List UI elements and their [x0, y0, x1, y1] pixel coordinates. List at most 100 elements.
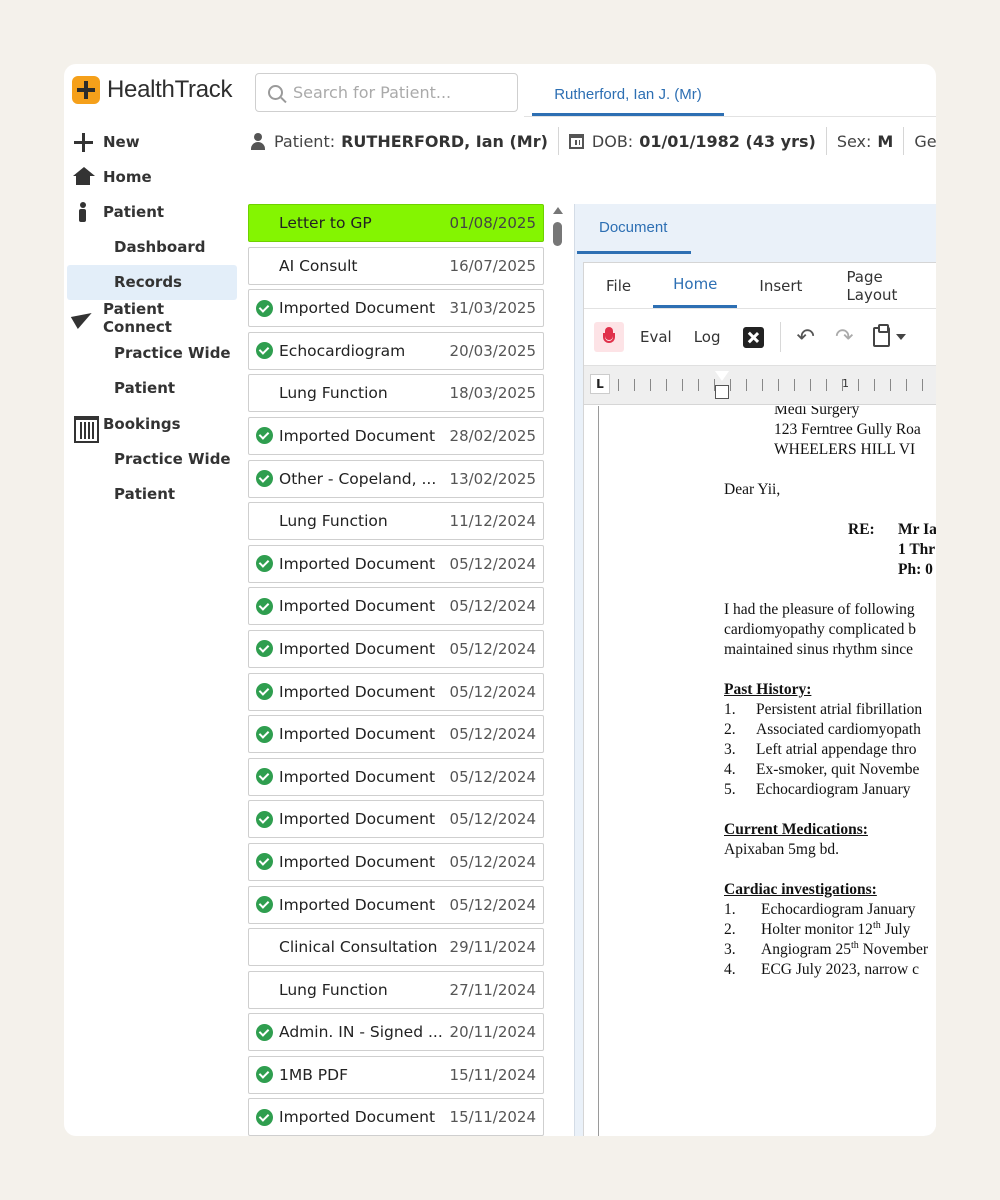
search-icon	[268, 85, 283, 100]
page-margin-line	[598, 406, 599, 1136]
sidebar-item-bookings-practice-wide[interactable]: Practice Wide	[64, 441, 238, 477]
sidebar-item-home[interactable]: Home	[64, 159, 238, 194]
scroll-thumb[interactable]	[553, 222, 562, 246]
record-date: 15/11/2024	[449, 1065, 536, 1084]
re-line: 1 Thr	[848, 540, 936, 560]
sidebar-item-new[interactable]: New	[64, 124, 238, 159]
patient-search[interactable]	[255, 73, 518, 112]
sidebar-item-bookings[interactable]: Bookings	[64, 406, 238, 443]
record-row[interactable]: Imported Document 05/12/2024	[248, 757, 544, 796]
record-date: 15/11/2024	[449, 1108, 536, 1127]
record-row[interactable]: AI Consult 16/07/2025	[248, 246, 544, 285]
record-name: Imported Document	[279, 299, 436, 318]
record-row[interactable]: 1MB PDF 15/11/2024	[248, 1055, 544, 1094]
sex-segment: Sex: M	[827, 127, 905, 155]
record-row[interactable]: Imported Document 05/12/2024	[248, 544, 544, 583]
sidebar-item-dashboard[interactable]: Dashboard	[64, 229, 238, 265]
re-value: Ph: 0	[898, 561, 933, 578]
sidebar-item-connect-practice-wide[interactable]: Practice Wide	[64, 335, 238, 371]
search-input[interactable]	[293, 83, 503, 102]
record-row[interactable]: Imported Document 05/12/2024	[248, 629, 544, 668]
patient-name-segment: Patient: RUTHERFORD, Ian (Mr)	[250, 127, 559, 155]
ruler-number: 1	[842, 377, 849, 390]
ribbon-tab-file[interactable]: File	[584, 263, 653, 308]
record-date: 13/02/2025	[449, 469, 536, 488]
sidebar-item-patient-connect[interactable]: Patient Connect	[64, 300, 238, 336]
microphone-icon[interactable]	[594, 322, 624, 352]
calendar-icon	[72, 414, 99, 443]
tab-document[interactable]: Document	[577, 204, 691, 254]
record-row[interactable]: Lung Function 18/03/2025	[248, 374, 544, 413]
record-icon-placeholder	[256, 939, 273, 956]
records-scrollbar[interactable]	[550, 204, 564, 1136]
record-date: 05/12/2024	[449, 810, 536, 829]
record-row[interactable]: Imported Document 31/03/2025	[248, 289, 544, 328]
check-circle-icon	[256, 299, 273, 317]
sidebar-item-bookings-patient[interactable]: Patient	[64, 477, 238, 513]
log-button[interactable]: Log	[694, 328, 721, 346]
record-date: 05/12/2024	[449, 895, 536, 914]
sidebar-item-records[interactable]: Records	[67, 264, 237, 300]
record-row[interactable]: Imported Document 28/02/2025	[248, 416, 544, 455]
scroll-up-icon[interactable]	[553, 207, 563, 214]
check-circle-icon	[256, 1108, 273, 1126]
ribbon-tab-home[interactable]: Home	[653, 263, 738, 308]
record-row[interactable]: Other - Copeland, ... 13/02/2025	[248, 459, 544, 498]
check-circle-icon	[256, 896, 273, 913]
check-circle-icon	[256, 640, 273, 658]
logo-cross-icon	[72, 76, 100, 104]
clipboard-icon[interactable]	[873, 324, 891, 347]
record-row[interactable]: Admin. IN - Signed ... 20/11/2024	[248, 1013, 544, 1052]
ribbon-tab-insert[interactable]: Insert	[737, 263, 824, 308]
record-row[interactable]: Imported Document 05/12/2024	[248, 672, 544, 711]
sidebar-item-patient[interactable]: Patient	[64, 194, 238, 229]
sidebar: New Home Patient Dashboard Records Patie…	[64, 124, 238, 512]
list-item: 3. Left atrial appendage thro	[724, 741, 917, 758]
tab-stop-selector[interactable]: L	[590, 374, 610, 394]
record-row[interactable]: Imported Document 05/12/2024	[248, 842, 544, 881]
check-circle-icon	[256, 1023, 273, 1041]
check-circle-icon	[256, 470, 273, 488]
check-circle-icon	[256, 725, 273, 743]
record-row[interactable]: Imported Document 15/11/2024	[248, 1098, 544, 1136]
record-date: 05/12/2024	[449, 852, 536, 871]
medications-line: Apixaban 5mg bd.	[724, 841, 839, 858]
medications-heading: Current Medications:	[724, 821, 868, 838]
document-panel: Document File Home Insert Page Layout Ev…	[574, 204, 936, 1136]
record-row[interactable]: Imported Document 05/12/2024	[248, 715, 544, 754]
close-icon[interactable]	[742, 326, 764, 348]
record-row[interactable]: Echocardiogram 20/03/2025	[248, 331, 544, 370]
check-circle-icon	[256, 555, 273, 573]
document-page[interactable]: Medi Surgery 123 Ferntree Gully Roa WHEE…	[584, 406, 936, 1136]
record-row[interactable]: Imported Document 05/12/2024	[248, 587, 544, 626]
check-circle-icon	[256, 427, 273, 445]
record-row[interactable]: Imported Document 05/12/2024	[248, 885, 544, 924]
indent-marker[interactable]	[715, 371, 729, 401]
record-date: 27/11/2024	[449, 980, 536, 999]
record-row[interactable]: Letter to GP 01/08/2025	[248, 204, 544, 242]
app-logo[interactable]: HealthTrack	[72, 76, 232, 104]
record-row[interactable]: Lung Function 27/11/2024	[248, 970, 544, 1009]
redo-icon[interactable]: ↷	[835, 325, 853, 350]
record-name: Imported Document	[279, 554, 436, 573]
check-circle-icon	[256, 768, 273, 786]
record-name: Lung Function	[279, 384, 388, 403]
sidebar-item-label: New	[103, 132, 140, 151]
letter-content: Medi Surgery 123 Ferntree Gully Roa WHEE…	[724, 406, 936, 980]
person-icon	[250, 132, 266, 150]
record-row[interactable]: Clinical Consultation 29/11/2024	[248, 928, 544, 967]
eval-button[interactable]: Eval	[640, 328, 672, 346]
ribbon-tab-page-layout[interactable]: Page Layout	[824, 263, 936, 308]
list-item: 4. Ex-smoker, quit Novembe	[724, 761, 920, 778]
record-icon-placeholder	[256, 981, 273, 998]
chevron-down-icon[interactable]	[896, 334, 907, 340]
gender-label: Gen	[914, 131, 936, 151]
sidebar-item-connect-patient[interactable]: Patient	[64, 371, 238, 407]
plus-icon	[72, 132, 94, 152]
record-row[interactable]: Imported Document 05/12/2024	[248, 800, 544, 839]
tab-open-patient[interactable]: Rutherford, Ian J. (Mr)	[532, 76, 724, 116]
undo-icon[interactable]: ↶	[797, 325, 815, 350]
record-name: Imported Document	[279, 725, 436, 744]
record-name: Lung Function	[279, 980, 388, 999]
record-row[interactable]: Lung Function 11/12/2024	[248, 502, 544, 541]
